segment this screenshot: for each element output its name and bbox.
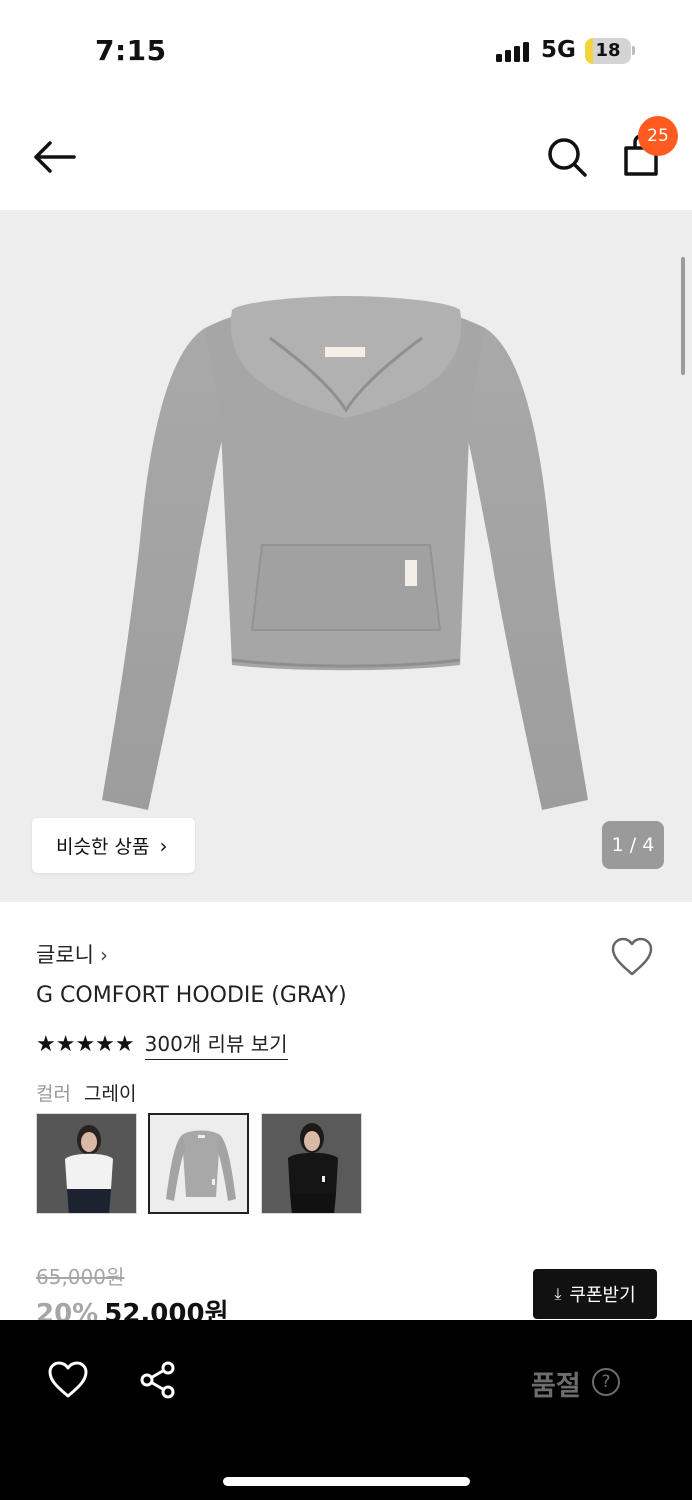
product-image-gallery[interactable]: 비슷한 상품 › 1 / 4 [0,210,692,902]
chevron-right-icon: › [99,943,108,967]
battery-icon: 18 [585,38,631,64]
cellular-signal-icon [496,42,530,62]
search-icon [548,138,587,177]
app-header [0,100,692,210]
color-label: 컬러 [36,1083,71,1105]
wishlist-button[interactable] [610,936,654,978]
color-value: 그레이 [84,1083,137,1105]
product-image [102,296,588,810]
coupon-label: 쿠폰받기 [569,1285,636,1306]
original-price: 65,000원 [36,1265,125,1289]
bottom-action-bar: 품절 ? [0,1320,692,1500]
swatch-gray-image [150,1115,247,1212]
image-counter: 1 / 4 [602,821,664,869]
battery-nub [632,46,635,55]
back-button[interactable] [30,135,80,179]
help-icon[interactable]: ? [592,1368,620,1396]
swatch-black[interactable] [261,1113,362,1214]
product-title: G COMFORT HOODIE (GRAY) [36,983,347,1008]
rating-row: ★★★★★ 300개 리뷰 보기 [36,1028,288,1060]
swatch-gray[interactable] [148,1113,249,1214]
status-time: 7:15 [95,34,167,67]
cart-count-badge: 25 [638,116,678,156]
status-bar: 7:15 5G 18 [0,0,692,100]
similar-products-button[interactable]: 비슷한 상품 › [32,818,195,873]
brand-name: 글로니 [36,943,94,967]
similar-products-label: 비슷한 상품 [56,836,150,858]
network-type: 5G [541,37,576,63]
swatch-white[interactable] [36,1113,137,1214]
scroll-indicator [681,257,685,375]
search-button[interactable] [544,134,590,180]
review-link[interactable]: 300개 리뷰 보기 [144,1028,288,1060]
bottom-wishlist-button[interactable] [46,1360,90,1400]
share-icon [140,1361,175,1399]
brand-link[interactable]: 글로니 › [36,939,108,969]
battery-level: 18 [595,40,621,61]
swatch-white-image [37,1114,136,1213]
arrow-left-icon [34,141,76,173]
get-coupon-button[interactable]: ⤓ 쿠폰받기 [533,1269,657,1319]
swatch-black-image [262,1114,361,1213]
heart-icon [611,937,653,976]
download-icon: ⤓ [554,1284,562,1303]
chevron-right-icon: › [159,833,168,858]
home-indicator [223,1477,470,1486]
sold-out-label: 품절 [531,1371,581,1402]
rating-stars: ★★★★★ [36,1031,135,1057]
heart-icon [48,1361,88,1398]
share-button[interactable] [138,1360,178,1400]
